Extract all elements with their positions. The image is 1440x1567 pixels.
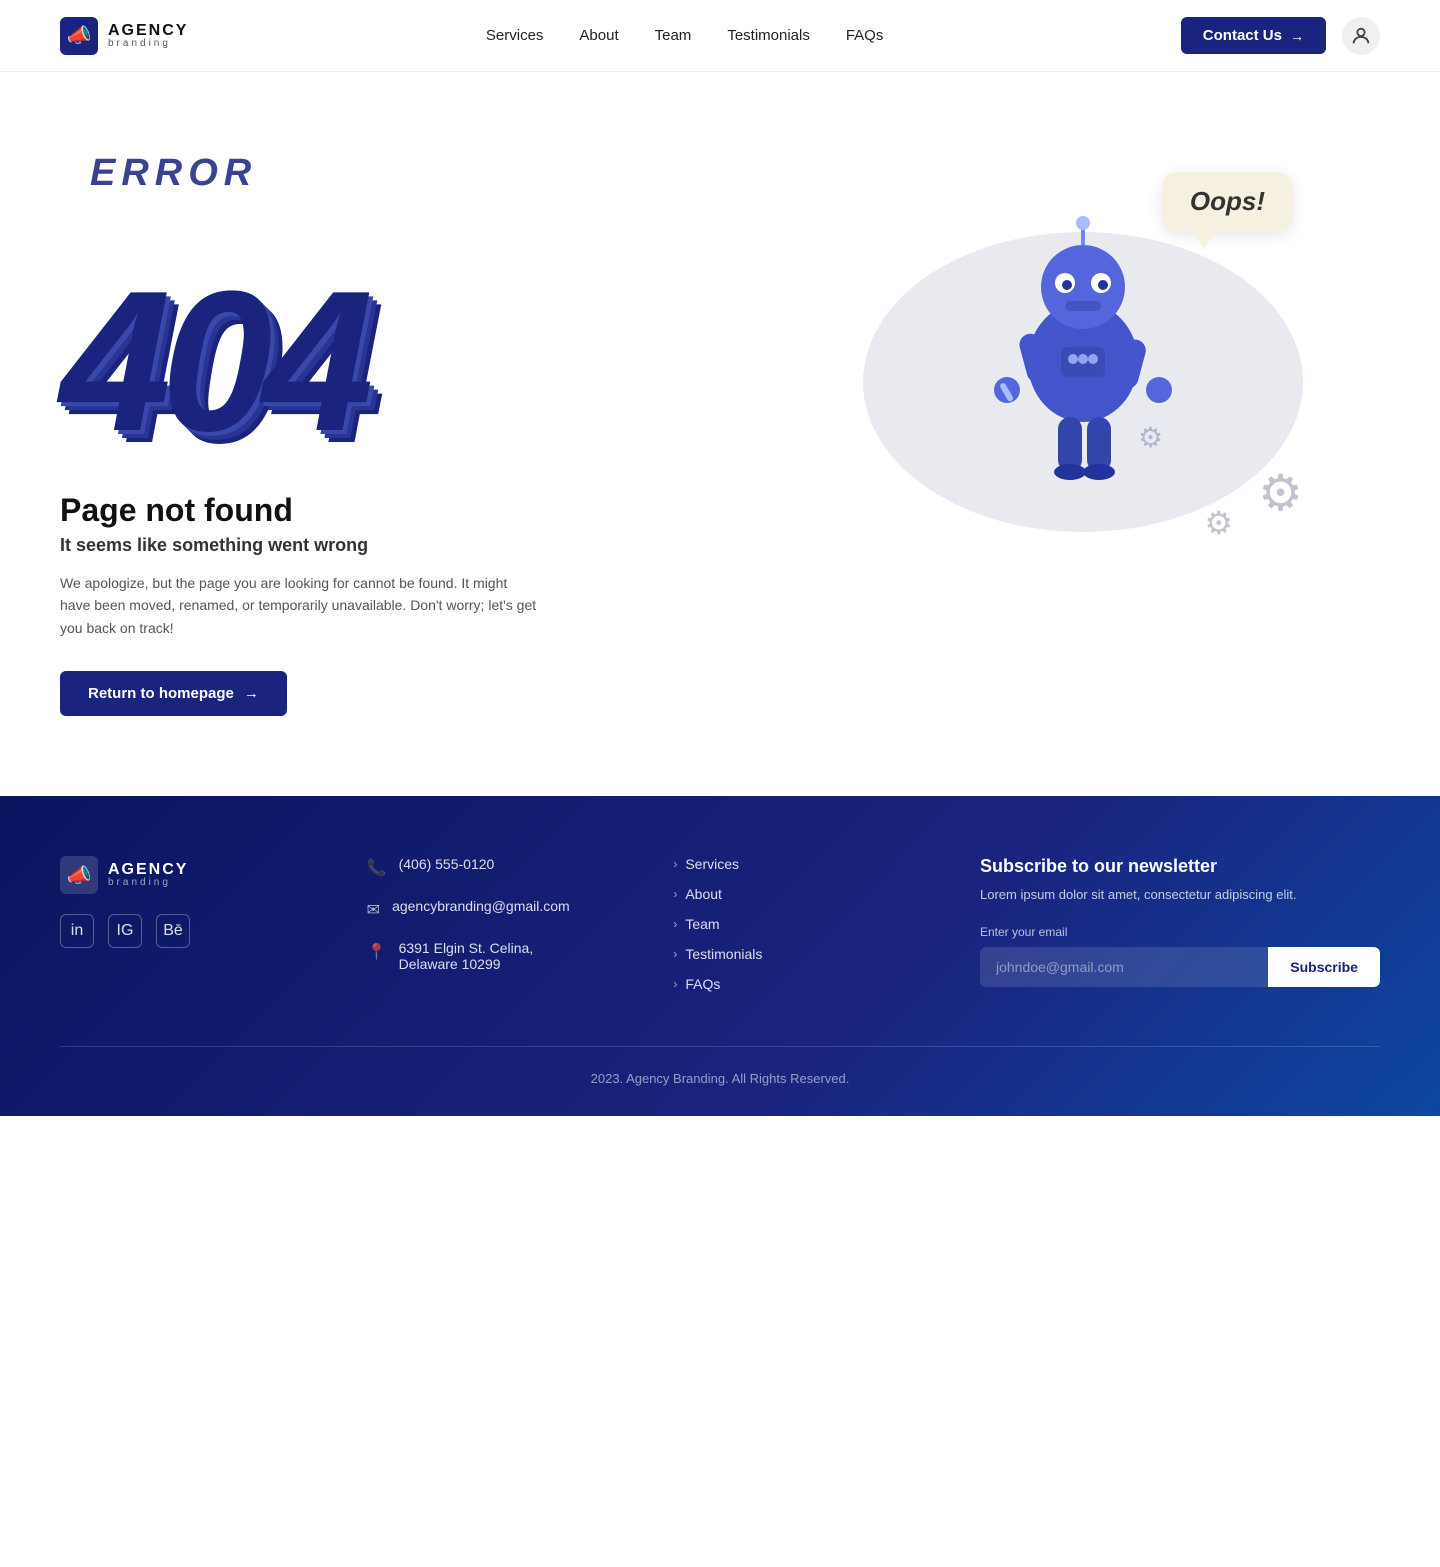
footer-logo-text: AGENCY branding	[108, 862, 188, 888]
instagram-icon[interactable]: IG	[108, 914, 142, 948]
footer-nav-list: ›Services ›About ›Team ›Testimonials ›FA…	[673, 856, 940, 992]
linkedin-icon[interactable]: in	[60, 914, 94, 948]
robot-illustration: Oops! ⚙ ⚙	[786, 132, 1380, 552]
newsletter-title: Subscribe to our newsletter	[980, 856, 1380, 877]
contact-arrow-icon: →	[1290, 28, 1304, 44]
copyright-text: 2023. Agency Branding. All Rights Reserv…	[591, 1071, 850, 1086]
logo-agency: AGENCY	[108, 23, 188, 39]
footer-phone: 📞 (406) 555-0120	[367, 856, 634, 878]
newsletter-description: Lorem ipsum dolor sit amet, consectetur …	[980, 885, 1380, 905]
return-to-homepage-button[interactable]: Return to homepage →	[60, 671, 287, 716]
error-404-number: 404	[60, 262, 364, 462]
error-label: ERROR	[90, 152, 257, 195]
newsletter-email-input[interactable]	[980, 947, 1268, 987]
page-not-found-description: We apologize, but the page you are looki…	[60, 572, 540, 639]
robot-container: Oops! ⚙ ⚙	[853, 152, 1313, 552]
phone-icon: 📞	[367, 858, 387, 878]
gear-icon-large: ⚙	[1258, 464, 1303, 522]
behance-icon[interactable]: Bē	[156, 914, 190, 948]
contact-us-button[interactable]: Contact Us →	[1181, 17, 1326, 54]
footer-logo-icon: 📣	[60, 856, 98, 894]
nav-link-services[interactable]: Services	[486, 27, 544, 44]
footer-logo: 📣 AGENCY branding	[60, 856, 327, 894]
footer-top: 📣 AGENCY branding in IG Bē 📞 (406) 555-0…	[60, 856, 1380, 1006]
nav-right: Contact Us →	[1181, 17, 1380, 55]
nav-link-about[interactable]: About	[579, 27, 618, 44]
footer-logo-column: 📣 AGENCY branding in IG Bē	[60, 856, 327, 1006]
svg-text:⚙: ⚙	[1138, 422, 1163, 453]
gear-icon-small: ⚙	[1204, 504, 1233, 542]
location-icon: 📍	[367, 942, 387, 962]
footer-nav-team[interactable]: ›Team	[673, 916, 940, 932]
error-left-col: ERROR 404 Page not found It seems like s…	[60, 132, 786, 716]
nav-links: Services About Team Testimonials FAQs	[486, 27, 883, 45]
footer-bottom: 2023. Agency Branding. All Rights Reserv…	[60, 1046, 1380, 1086]
newsletter-email-label: Enter your email	[980, 925, 1380, 939]
email-icon: ✉	[367, 900, 380, 920]
footer-email: ✉ agencybranding@gmail.com	[367, 898, 634, 920]
navbar: 📣 AGENCY branding Services About Team Te…	[0, 0, 1440, 72]
footer-logo-branding: branding	[108, 878, 188, 888]
footer-nav-about[interactable]: ›About	[673, 886, 940, 902]
footer-logo-agency: AGENCY	[108, 862, 188, 878]
footer-newsletter-column: Subscribe to our newsletter Lorem ipsum …	[980, 856, 1380, 1006]
page-not-found-subtitle: It seems like something went wrong	[60, 535, 786, 556]
robot-svg: ⚙	[953, 207, 1213, 492]
return-arrow-icon: →	[244, 685, 259, 702]
logo-icon: 📣	[60, 17, 98, 55]
page-not-found-title: Page not found	[60, 492, 786, 529]
nav-link-testimonials[interactable]: Testimonials	[727, 27, 810, 44]
footer-nav-column: ›Services ›About ›Team ›Testimonials ›FA…	[673, 856, 940, 1006]
footer-address: 📍 6391 Elgin St. Celina, Delaware 10299	[367, 940, 634, 972]
subscribe-button[interactable]: Subscribe	[1268, 947, 1380, 987]
footer-nav-services[interactable]: ›Services	[673, 856, 940, 872]
footer-socials: in IG Bē	[60, 914, 327, 948]
nav-link-team[interactable]: Team	[655, 27, 692, 44]
error-404-art: ERROR 404	[60, 152, 480, 462]
logo-text: AGENCY branding	[108, 23, 188, 49]
footer-contact-column: 📞 (406) 555-0120 ✉ agencybranding@gmail.…	[367, 856, 634, 1006]
error-section: ERROR 404 Page not found It seems like s…	[0, 72, 1440, 796]
footer-nav-faqs[interactable]: ›FAQs	[673, 976, 940, 992]
user-avatar-button[interactable]	[1342, 17, 1380, 55]
logo-branding: branding	[108, 39, 188, 49]
logo-link[interactable]: 📣 AGENCY branding	[60, 17, 188, 55]
newsletter-form: Subscribe	[980, 947, 1380, 987]
footer: 📣 AGENCY branding in IG Bē 📞 (406) 555-0…	[0, 796, 1440, 1116]
footer-nav-testimonials[interactable]: ›Testimonials	[673, 946, 940, 962]
nav-link-faqs[interactable]: FAQs	[846, 27, 884, 44]
